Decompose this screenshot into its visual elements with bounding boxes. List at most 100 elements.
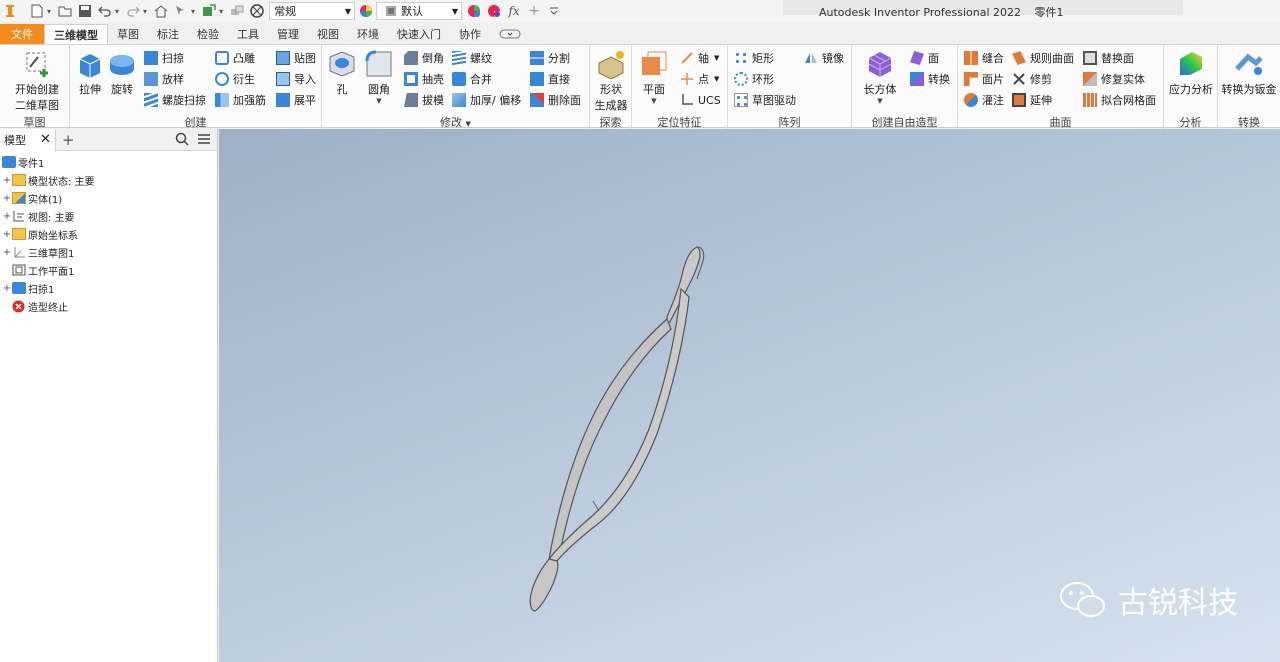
graphics-viewport[interactable]: 古锐科技: [219, 129, 1280, 662]
chevron-down-icon[interactable]: ▾: [47, 7, 51, 16]
menu-icon[interactable]: [197, 133, 211, 148]
search-icon[interactable]: [175, 132, 189, 149]
chevron-down-icon[interactable]: ▾: [219, 7, 223, 16]
extend-button[interactable]: 延伸: [1012, 91, 1052, 109]
tab-manage[interactable]: 管理: [268, 24, 308, 44]
tab-tools[interactable]: 工具: [228, 24, 268, 44]
work-point-button[interactable]: 点 ▼: [680, 70, 719, 88]
style-select[interactable]: 常规 ▼: [269, 2, 356, 20]
undo-icon[interactable]: [96, 3, 114, 19]
measure-icon[interactable]: [228, 3, 246, 19]
hole-button[interactable]: 孔: [326, 49, 358, 97]
thread-button[interactable]: 螺纹: [452, 49, 492, 67]
mirror-button[interactable]: 镜像: [804, 49, 844, 67]
stitch-button[interactable]: 缝合: [964, 49, 1004, 67]
tab-get-started[interactable]: 快速入门: [388, 24, 450, 44]
save-icon[interactable]: [76, 3, 94, 19]
tab-annotate[interactable]: 标注: [148, 24, 188, 44]
update-icon[interactable]: [200, 3, 218, 19]
plus-icon[interactable]: +: [525, 3, 543, 19]
convert-to-sheet-metal-button[interactable]: 转换为钣金: [1220, 49, 1278, 97]
thicken-offset-button[interactable]: 加厚/ 偏移: [452, 91, 521, 109]
import-button[interactable]: 导入: [276, 70, 316, 88]
repair-bodies-button[interactable]: 修复实体: [1083, 70, 1145, 88]
tree-node-end-of-part[interactable]: 造型终止: [0, 297, 217, 315]
tree-node-3d-sketch[interactable]: + 三维草图1: [0, 243, 217, 261]
tab-model-browser[interactable]: 模型 ✕: [0, 128, 56, 151]
redo-icon[interactable]: [124, 3, 142, 19]
trim-button[interactable]: 修剪: [1012, 70, 1052, 88]
add-tab-icon[interactable]: +: [62, 131, 75, 149]
tree-node-view[interactable]: + 视图: 主要: [0, 207, 217, 225]
tab-collaborate[interactable]: 协作: [450, 24, 490, 44]
expand-icon[interactable]: +: [2, 211, 12, 222]
decal-button[interactable]: 贴图: [276, 49, 316, 67]
sculpt-button[interactable]: 灌注: [964, 91, 1004, 109]
work-plane-button[interactable]: 平面 ▼: [636, 49, 672, 105]
tab-sketch[interactable]: 草图: [108, 24, 148, 44]
open-folder-icon[interactable]: [56, 3, 74, 19]
tab-3d-model[interactable]: 三维模型: [44, 24, 108, 44]
extrude-button[interactable]: 拉伸: [74, 49, 106, 97]
tab-environments[interactable]: 环境: [348, 24, 388, 44]
ruled-surface-button[interactable]: 规则曲面: [1012, 49, 1074, 67]
unwrap-button[interactable]: 展平: [276, 91, 316, 109]
chevron-down-icon[interactable]: ▾: [191, 7, 195, 16]
combine-button[interactable]: 合并: [452, 70, 492, 88]
tab-inspect[interactable]: 检验: [188, 24, 228, 44]
appearance-override-icon[interactable]: [465, 3, 483, 19]
material-select[interactable]: 默认 ▼: [376, 2, 463, 20]
loft-button[interactable]: 放样: [144, 70, 184, 88]
customize-chevron-icon[interactable]: [545, 3, 563, 19]
chevron-down-icon[interactable]: ▾: [115, 7, 119, 16]
replace-face-button[interactable]: 替换面: [1083, 49, 1134, 67]
ucs-button[interactable]: UCS: [680, 91, 721, 109]
coil-button[interactable]: 螺旋扫掠: [144, 91, 206, 109]
new-file-icon[interactable]: [28, 3, 46, 19]
split-button[interactable]: 分割: [530, 49, 570, 67]
inventor-logo-icon[interactable]: [1, 3, 19, 19]
expand-icon[interactable]: +: [2, 193, 12, 204]
color-wheel-icon[interactable]: [357, 3, 375, 19]
circ-pattern-button[interactable]: 环形: [734, 70, 774, 88]
expand-icon[interactable]: +: [2, 247, 12, 258]
select-mode-icon[interactable]: [172, 3, 190, 19]
tree-node-part[interactable]: 零件1: [0, 153, 217, 171]
chamfer-button[interactable]: 倒角: [404, 49, 444, 67]
fillet-button[interactable]: 圆角 ▼: [362, 49, 396, 105]
emboss-button[interactable]: 凸雕: [215, 49, 255, 67]
tree-node-model-state[interactable]: + 模型状态: 主要: [0, 171, 217, 189]
direct-edit-button[interactable]: 直接: [530, 70, 570, 88]
freeform-box-button[interactable]: 长方体 ▼: [860, 49, 900, 105]
tab-view[interactable]: 视图: [308, 24, 348, 44]
tree-node-sweep[interactable]: + 扫掠1: [0, 279, 217, 297]
freeform-face-button[interactable]: 面: [910, 49, 939, 67]
expand-icon[interactable]: +: [2, 175, 12, 186]
home-icon[interactable]: [152, 3, 170, 19]
sketch-driven-pattern-button[interactable]: 草图驱动: [734, 91, 796, 109]
shape-generator-button[interactable]: 形状 生成器: [592, 49, 630, 113]
shell-button[interactable]: 抽壳: [404, 70, 444, 88]
start-2d-sketch-button[interactable]: 开始创建 二维草图: [10, 49, 64, 113]
work-axis-button[interactable]: 轴 ▼: [680, 49, 719, 67]
panel-title-modify[interactable]: 修改 ▼: [322, 114, 589, 129]
ribbon-display-toggle[interactable]: [490, 24, 530, 44]
appearance-icon[interactable]: [248, 3, 266, 19]
rect-pattern-button[interactable]: 矩形: [734, 49, 774, 67]
draft-button[interactable]: 拔模: [404, 91, 444, 109]
parameters-fx-icon[interactable]: fx: [505, 3, 523, 19]
derive-button[interactable]: 衍生: [215, 70, 255, 88]
stress-analysis-button[interactable]: 应力分析: [1166, 49, 1216, 97]
clear-appearance-icon[interactable]: [485, 3, 503, 19]
tree-node-solid-bodies[interactable]: + 实体(1): [0, 189, 217, 207]
sweep-button[interactable]: 扫掠: [144, 49, 184, 67]
tree-node-work-plane[interactable]: 工作平面1: [0, 261, 217, 279]
tab-file[interactable]: 文件: [0, 24, 44, 44]
expand-icon[interactable]: +: [2, 283, 12, 294]
chevron-down-icon[interactable]: ▾: [143, 7, 147, 16]
expand-icon[interactable]: +: [2, 229, 12, 240]
freeform-convert-button[interactable]: 转换: [910, 70, 950, 88]
tree-node-origin[interactable]: + 原始坐标系: [0, 225, 217, 243]
close-icon[interactable]: ✕: [40, 132, 51, 147]
patch-button[interactable]: 面片: [964, 70, 1004, 88]
